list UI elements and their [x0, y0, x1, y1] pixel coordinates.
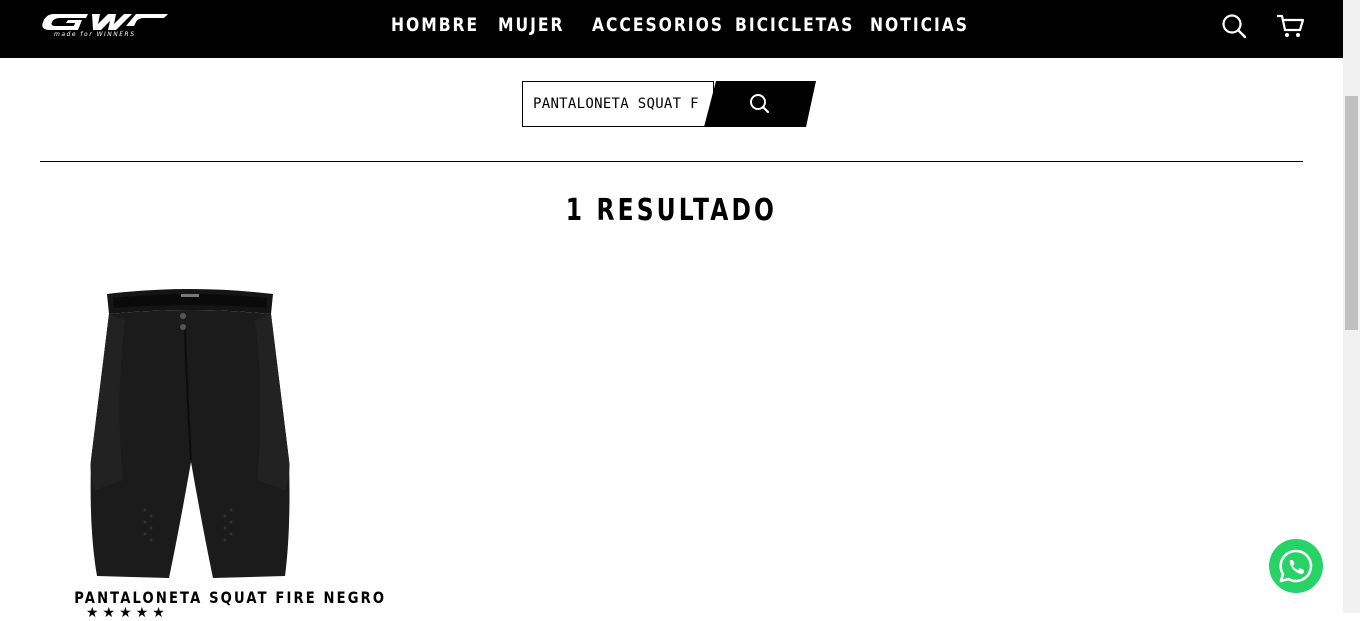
brand-tagline: made for WINNERS — [54, 31, 136, 38]
nav-item-mujer[interactable]: MUJER — [498, 14, 564, 36]
search-submit-button[interactable] — [704, 81, 816, 127]
brand-logo[interactable]: made for WINNERS — [40, 12, 170, 40]
results-count-text: 1 RESULTADO — [565, 193, 778, 228]
search-input[interactable] — [522, 81, 714, 127]
header-search-icon[interactable] — [1220, 12, 1248, 40]
results-title: 1 RESULTADO — [0, 193, 1343, 228]
product-image[interactable] — [85, 280, 295, 580]
nav-item-noticias[interactable]: NOTICIAS — [870, 14, 969, 36]
nav-item-bicicletas[interactable]: BICICLETAS — [735, 14, 854, 36]
product-name[interactable]: PANTALONETA SQUAT FIRE NEGRO — [40, 588, 384, 607]
search-icon — [704, 81, 816, 127]
whatsapp-icon — [1269, 539, 1323, 593]
nav-item-hombre[interactable]: HOMBRE — [391, 14, 479, 36]
nav-item-accesorios[interactable]: ACCESORIOS — [592, 14, 724, 36]
product-rating: ★★★★★ — [86, 605, 169, 621]
scrollbar-thumb[interactable] — [1345, 96, 1358, 330]
cart-icon[interactable] — [1275, 12, 1305, 40]
whatsapp-chat-button[interactable] — [1269, 539, 1323, 593]
product-card[interactable]: PANTALONETA SQUAT FIRE NEGRO ★★★★★ — [40, 270, 384, 621]
main-nav: HOMBRE MUJER ACCESORIOS BICICLETAS NOTIC… — [0, 0, 1343, 58]
gw-logo-icon — [42, 14, 168, 30]
section-divider — [40, 161, 1303, 162]
site-header: made for WINNERS HOMBRE MUJER ACCESORIOS… — [0, 0, 1343, 58]
